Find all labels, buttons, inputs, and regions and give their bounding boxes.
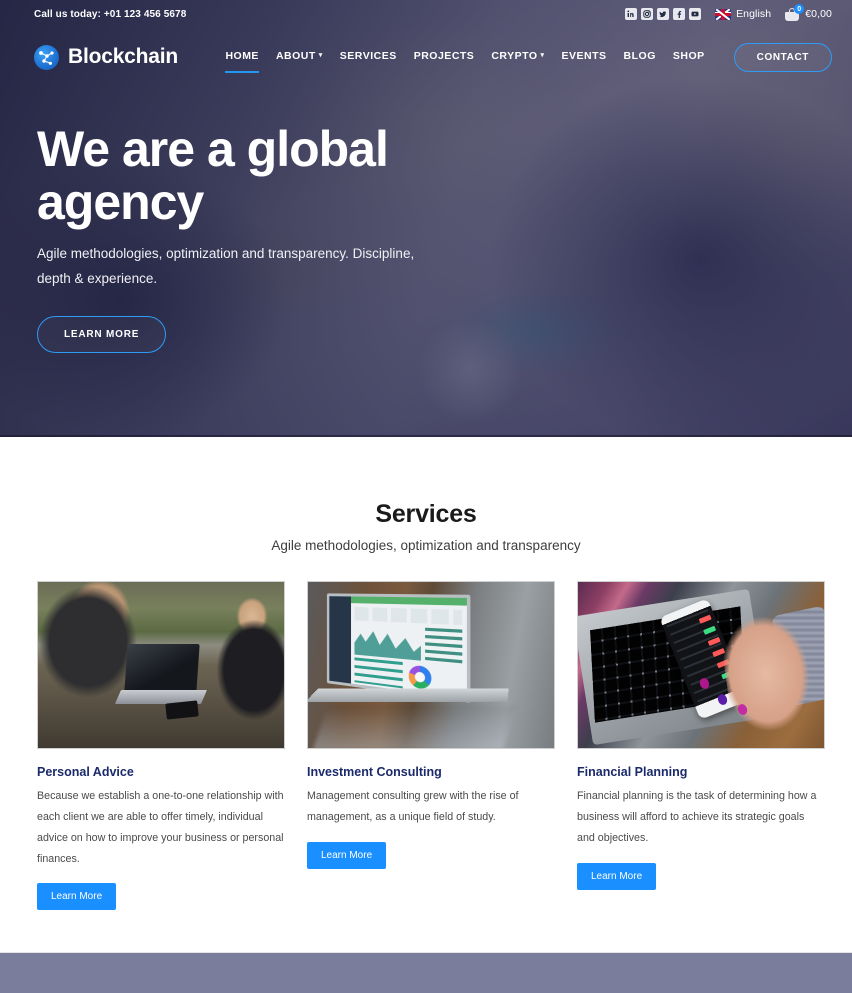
phone-text: Call us today: +01 123 456 5678	[34, 8, 187, 20]
nav-item-about[interactable]: ABOUT ▾	[276, 50, 323, 64]
hero-learn-more-button[interactable]: LEARN MORE	[37, 315, 167, 353]
service-cards: Personal Advice Because we establish a o…	[0, 553, 852, 911]
nav-item-about-label: ABOUT	[275, 50, 316, 62]
phone-trading-app-photo	[578, 582, 824, 748]
nav-item-services[interactable]: SERVICES	[340, 50, 397, 64]
service-card-learn-more-button[interactable]: Learn More	[577, 862, 657, 890]
service-card-financial-planning: Financial Planning Financial planning is…	[577, 581, 825, 910]
service-card-text: Management consulting grew with the rise…	[307, 790, 519, 823]
hero-section: Call us today: +01 123 456 5678 English …	[0, 0, 852, 437]
bottom-band	[0, 952, 852, 993]
service-card-title: Investment Consulting	[307, 765, 442, 779]
language-selector[interactable]: English	[715, 8, 771, 20]
twitter-icon[interactable]	[657, 8, 670, 20]
service-card-image[interactable]	[37, 581, 285, 749]
youtube-icon[interactable]	[689, 8, 702, 20]
nav-item-crypto-label: CRYPTO	[491, 50, 538, 62]
nav-item-events[interactable]: EVENTS	[562, 50, 607, 64]
nav-item-events-label: EVENTS	[561, 50, 607, 62]
service-card-investment-consulting: Investment Consulting Management consult…	[307, 581, 555, 910]
brand-name: Blockchain	[68, 45, 179, 68]
top-utility-bar: Call us today: +01 123 456 5678 English …	[0, 0, 852, 28]
nav-item-crypto[interactable]: CRYPTO ▾	[491, 50, 544, 64]
service-card-personal-advice: Personal Advice Because we establish a o…	[37, 581, 285, 911]
cart-count-badge: 0	[794, 4, 805, 14]
main-navigation-bar: Blockchain HOME ABOUT ▾ SERVICES PROJECT…	[0, 28, 852, 86]
instagram-icon[interactable]	[641, 8, 654, 20]
nav-item-services-label: SERVICES	[339, 50, 397, 62]
nav-item-home[interactable]: HOME	[225, 50, 259, 73]
language-label: English	[736, 8, 772, 20]
hero-content: We are a global agency Agile methodologi…	[0, 86, 560, 353]
chevron-down-icon: ▾	[318, 51, 323, 59]
service-card-image[interactable]	[307, 581, 555, 749]
laptop-dashboard-photo	[308, 582, 554, 748]
shopping-basket-icon: 0	[785, 4, 805, 21]
nav-item-blog[interactable]: BLOG	[624, 50, 656, 64]
brand-logo[interactable]: Blockchain	[34, 44, 179, 70]
nav-item-blog-label: BLOG	[623, 50, 656, 62]
blockchain-network-icon	[34, 44, 59, 70]
nav-item-shop[interactable]: SHOP	[673, 50, 705, 64]
cart-widget[interactable]: 0 €0,00	[785, 4, 832, 21]
uk-flag-icon	[715, 8, 732, 20]
services-section: Services Agile methodologies, optimizati…	[0, 437, 852, 911]
service-card-title: Personal Advice	[37, 765, 134, 779]
linkedin-icon[interactable]	[625, 8, 638, 20]
service-card-text: Because we establish a one-to-one relati…	[37, 790, 284, 865]
hero-title: We are a global agency	[37, 121, 389, 230]
top-utility-right: English 0 €0,00	[625, 4, 832, 21]
nav-item-shop-label: SHOP	[672, 50, 705, 62]
service-card-text: Financial planning is the task of determ…	[577, 790, 817, 844]
service-card-learn-more-button[interactable]: Learn More	[307, 841, 387, 869]
social-links	[625, 8, 702, 20]
contact-button[interactable]: CONTACT	[733, 42, 832, 72]
services-title: Services	[375, 500, 477, 528]
chevron-down-icon: ▾	[540, 51, 545, 59]
nav-links: HOME ABOUT ▾ SERVICES PROJECTS CRYPTO ▾ …	[225, 42, 832, 73]
service-card-learn-more-button[interactable]: Learn More	[37, 883, 117, 911]
nav-item-home-label: HOME	[225, 50, 259, 62]
services-subtitle: Agile methodologies, optimization and tr…	[271, 538, 581, 553]
service-card-image[interactable]	[577, 581, 825, 749]
hero-bottom-divider	[0, 435, 852, 437]
facebook-icon[interactable]	[673, 8, 686, 20]
business-meeting-photo	[38, 582, 284, 748]
cart-total: €0,00	[805, 8, 832, 20]
nav-item-projects-label: PROJECTS	[413, 50, 475, 62]
service-card-title: Financial Planning	[577, 765, 688, 779]
hero-subtitle: Agile methodologies, optimization and tr…	[37, 246, 415, 286]
nav-item-projects[interactable]: PROJECTS	[414, 50, 475, 64]
